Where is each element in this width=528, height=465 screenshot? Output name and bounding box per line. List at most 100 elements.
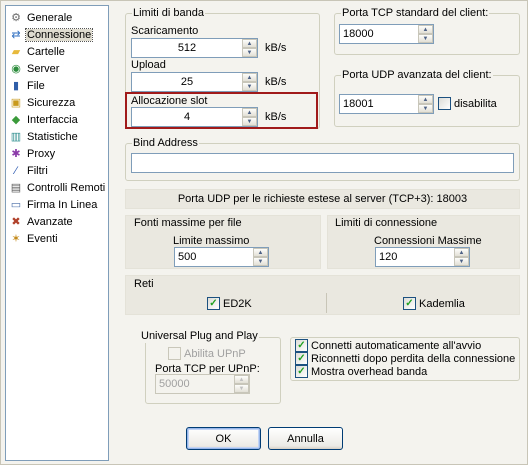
tcp-port-stepper[interactable]: ▲▼ [339,24,434,44]
kademlia-checkbox[interactable]: ✓ Kademlia [403,297,465,310]
cancel-button[interactable]: Annulla [268,427,343,450]
ed2k-check-icon[interactable]: ✓ [207,297,220,310]
upnp-enable-checkbox[interactable]: Abilita UPnP [168,347,246,360]
sidebar-item-label: Cartelle [27,46,65,58]
slot-allocation-input[interactable] [132,108,242,126]
auto-connect-check-icon[interactable]: ✓ [295,339,308,352]
gear-icon: ⚙ [11,12,21,24]
download-limit-input[interactable] [132,39,242,57]
sidebar-item-cartelle[interactable]: ▰ Cartelle [9,44,108,60]
bandwidth-group-title: Limiti di banda [132,7,205,20]
ed2k-checkbox[interactable]: ✓ ED2K [207,297,252,310]
sidebar-item-statistiche[interactable]: ▥ Statistiche [9,129,108,145]
checkbox-box[interactable] [438,97,451,110]
sidebar-item-avanzate[interactable]: ✖ Avanzate [9,214,108,230]
sidebar-item-interfaccia[interactable]: ◆ Interfaccia [9,112,108,128]
sidebar-item-sicurezza[interactable]: ▣ Sicurezza [9,95,108,111]
server-icon: ◉ [11,63,21,75]
spin-up-icon[interactable]: ▲ [242,39,257,48]
show-overhead-label: Mostra overhead banda [311,365,428,378]
spin-up-icon[interactable]: ▲ [242,108,257,117]
upnp-port-stepper[interactable]: ▲▼ [155,374,250,394]
upnp-port-input[interactable] [156,375,234,393]
slot-allocation-stepper[interactable]: ▲▼ [131,107,258,127]
auto-connect-checkbox[interactable]: ✓ Connetti automaticamente all'avvio [295,339,481,352]
sidebar-item-label: Interfaccia [27,114,78,126]
sidebar-item-label: File [27,80,45,92]
download-limit-stepper[interactable]: ▲▼ [131,38,258,58]
sidebar-item-label: Statistiche [27,131,78,143]
interface-icon: ◆ [11,114,21,126]
upload-limit-stepper[interactable]: ▲▼ [131,72,258,92]
preferences-window: ⚙ Generale ⇄ Connessione ▰ Cartelle ◉ Server ▮ Fi… [0,0,528,465]
server-udp-info-text: Porta UDP per le richieste estese al ser… [177,193,468,205]
sidebar-item-filtri[interactable]: ∕ Filtri [9,163,108,179]
max-sources-stepper[interactable]: ▲▼ [174,247,269,267]
statistics-icon: ▥ [10,131,22,143]
spin-up-icon[interactable]: ▲ [242,73,257,82]
max-sources-input[interactable] [175,248,253,266]
spin-down-icon[interactable]: ▼ [242,82,257,91]
spin-up-icon[interactable]: ▲ [418,25,433,34]
filter-icon: ∕ [15,165,17,177]
sidebar-item-generale[interactable]: ⚙ Generale [9,10,108,26]
upload-label: Upload [131,59,166,71]
sidebar-item-label: Sicurezza [27,97,76,109]
show-overhead-checkbox[interactable]: ✓ Mostra overhead banda [295,365,427,378]
spin-up-icon[interactable]: ▲ [234,375,249,384]
preferences-sidebar: ⚙ Generale ⇄ Connessione ▰ Cartelle ◉ Server ▮ Fi… [5,5,109,461]
max-sources-title: Fonti massime per file [134,217,242,229]
sidebar-item-label: Generale [27,12,73,24]
udp-disable-checkbox[interactable]: disabilita [438,97,497,110]
sidebar-item-proxy[interactable]: ✱ Proxy [9,146,108,162]
spin-down-icon[interactable]: ▼ [242,48,257,57]
events-icon: ✶ [11,233,21,245]
show-overhead-check-icon[interactable]: ✓ [295,365,308,378]
spin-down-icon[interactable]: ▼ [418,34,433,43]
sidebar-item-file[interactable]: ▮ File [9,78,108,94]
tcp-port-input[interactable] [340,25,418,43]
spin-down-icon[interactable]: ▼ [418,104,433,113]
bind-address-group-title: Bind Address [132,137,199,150]
networks-title: Reti [134,278,154,290]
spin-up-icon[interactable]: ▲ [418,95,433,104]
download-label: Scaricamento [131,25,199,37]
sidebar-item-server[interactable]: ◉ Server [9,61,108,77]
kademlia-check-icon[interactable]: ✓ [403,297,416,310]
udp-disable-label: disabilita [454,97,497,110]
spin-up-icon[interactable]: ▲ [253,248,268,257]
sidebar-item-label: Firma In Linea [27,199,98,211]
sidebar-item-label: Controlli Remoti [27,182,106,194]
reconnect-checkbox[interactable]: ✓ Riconnetti dopo perdita della connessi… [295,352,515,365]
udp-port-stepper[interactable]: ▲▼ [339,94,434,114]
udp-port-group-title: Porta UDP avanzata del client: [341,69,493,82]
upload-limit-input[interactable] [132,73,242,91]
spin-down-icon[interactable]: ▼ [454,257,469,266]
upnp-enable-label: Abilita UPnP [184,347,246,360]
sidebar-item-firma-in-linea[interactable]: ▭ Firma In Linea [9,197,108,213]
spin-down-icon[interactable]: ▼ [234,384,249,393]
advanced-tools-icon: ✖ [11,216,21,228]
bind-address-field[interactable] [131,153,514,173]
spin-up-icon[interactable]: ▲ [454,248,469,257]
sidebar-item-controlli-remoti[interactable]: ▤ Controlli Remoti [9,180,108,196]
max-connections-stepper[interactable]: ▲▼ [375,247,470,267]
max-connections-input[interactable] [376,248,454,266]
bind-address-input[interactable] [132,154,513,172]
sidebar-item-label: Avanzate [27,216,73,228]
ed2k-label: ED2K [223,297,252,310]
kademlia-label: Kademlia [419,297,465,310]
reconnect-check-icon[interactable]: ✓ [295,352,308,365]
auto-connect-label: Connetti automaticamente all'avvio [311,339,482,352]
sidebar-item-eventi[interactable]: ✶ Eventi [9,231,108,247]
networks-divider [326,293,327,313]
checkbox-box[interactable] [168,347,181,360]
upload-unit: kB/s [265,76,287,88]
tcp-port-group-title: Porta TCP standard del client: [341,7,490,20]
ok-button[interactable]: OK [186,427,261,450]
sidebar-item-connessione[interactable]: ⇄ Connessione [9,27,108,43]
spin-down-icon[interactable]: ▼ [253,257,268,266]
udp-port-input[interactable] [340,95,418,113]
spin-down-icon[interactable]: ▼ [242,117,257,126]
signature-icon: ▭ [10,199,22,211]
